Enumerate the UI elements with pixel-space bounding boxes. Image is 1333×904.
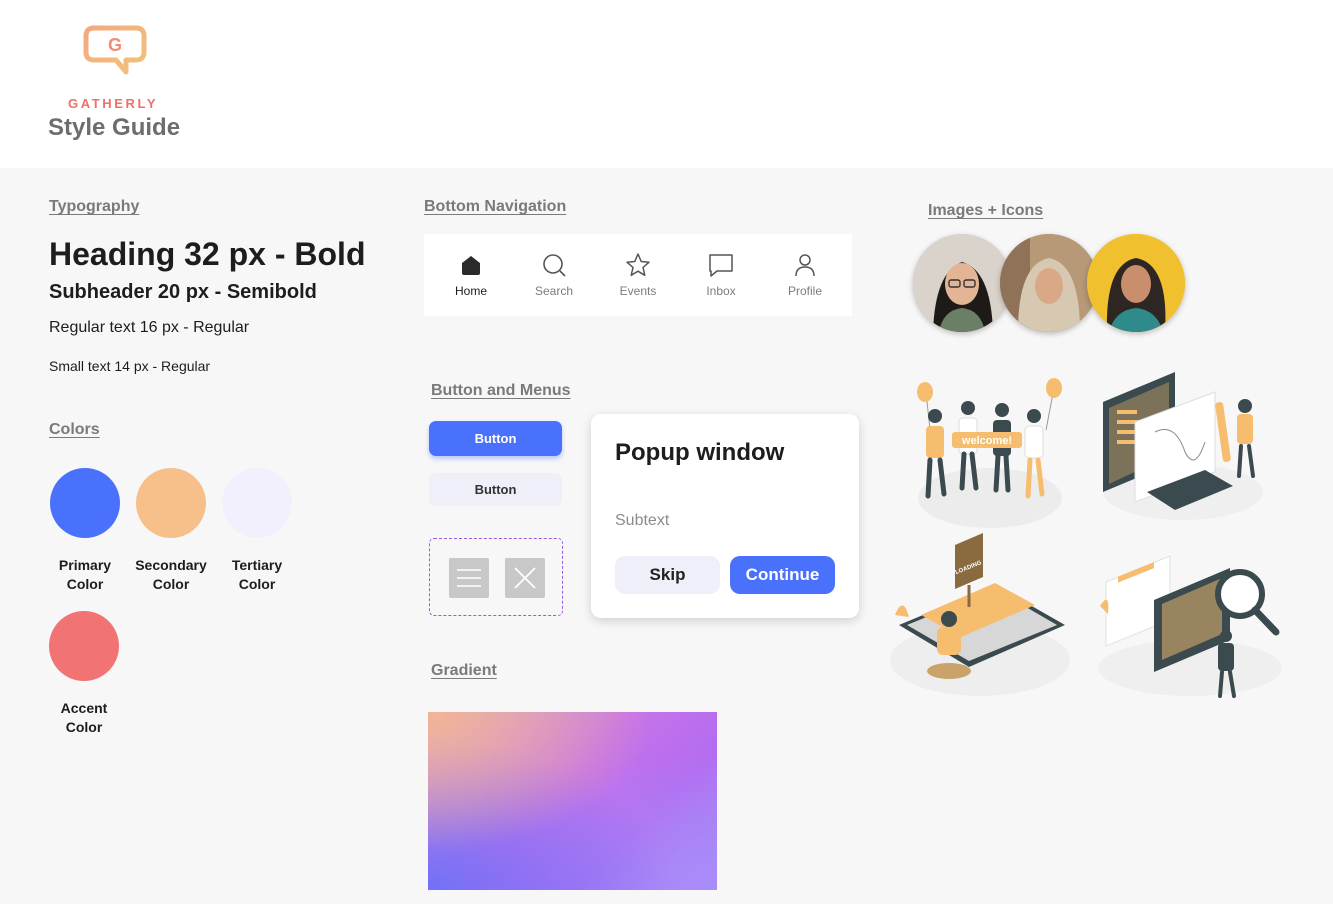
nav-label-events: Events — [619, 284, 657, 298]
loading-phone-illustration: LOADING — [890, 533, 1070, 696]
nav-item-profile[interactable]: Profile — [770, 252, 840, 298]
gradient-section-label: Gradient — [431, 662, 497, 679]
nav-label-search: Search — [534, 284, 574, 298]
images-section-label: Images + Icons — [928, 202, 1044, 219]
primary-color-swatch — [50, 468, 120, 538]
chat-icon — [709, 254, 733, 277]
page-title: Style Guide — [48, 114, 181, 141]
close-button[interactable] — [505, 558, 545, 598]
home-icon — [462, 256, 480, 275]
nav-item-events[interactable]: Events — [603, 252, 673, 298]
user-icon — [795, 254, 815, 277]
style-guide-header: G GATHERLY Style Guide — [0, 0, 1333, 168]
brand-name: GATHERLY — [68, 96, 159, 111]
subheader-sample: Subheader 20 px - Semibold — [49, 281, 317, 303]
nav-item-search[interactable]: Search — [519, 252, 589, 298]
close-icon — [514, 567, 536, 589]
popup-window: Popup window Subtext Skip Continue — [591, 414, 859, 618]
menu-button[interactable] — [449, 558, 489, 598]
icon-button-group — [429, 538, 563, 616]
bottom-navigation-bar: Home Search Events Inbox Profile — [424, 234, 852, 316]
nav-label-home: Home — [454, 284, 487, 298]
heading-sample: Heading 32 px - Bold — [49, 236, 366, 272]
popup-subtext: Subtext — [615, 512, 670, 529]
accent-color-swatch — [49, 611, 119, 681]
star-icon — [626, 253, 650, 277]
avatar-photo-1 — [913, 234, 1011, 332]
nav-label-profile: Profile — [787, 284, 822, 298]
avatar-photo-2 — [1000, 234, 1098, 332]
welcome-banner-text: welcome! — [961, 435, 1012, 447]
search-icon — [543, 254, 566, 277]
secondary-color-swatch — [136, 468, 206, 538]
continue-button[interactable]: Continue — [730, 556, 835, 594]
small-text-sample: Small text 14 px - Regular — [49, 358, 211, 374]
bottom-nav-section-label: Bottom Navigation — [424, 198, 567, 215]
avatar-photo-3 — [1087, 234, 1185, 332]
colors-section-label: Colors — [49, 421, 100, 438]
typography-section-label: Typography — [49, 198, 140, 215]
logo-letter: G — [108, 35, 122, 55]
regular-text-sample: Regular text 16 px - Regular — [49, 319, 250, 336]
buttons-section-label: Button and Menus — [431, 382, 571, 399]
tertiary-color-swatch — [222, 468, 292, 538]
search-analytics-illustration — [1098, 555, 1282, 698]
menu-icon — [457, 569, 481, 587]
secondary-color-label: Secondary Color — [135, 557, 207, 592]
popup-title: Popup window — [615, 439, 785, 466]
nav-item-home[interactable]: Home — [436, 252, 506, 298]
nav-item-inbox[interactable]: Inbox — [686, 252, 756, 298]
skip-button[interactable]: Skip — [615, 556, 720, 594]
nav-label-inbox: Inbox — [706, 284, 736, 298]
welcome-illustration: welcome! — [917, 378, 1062, 528]
tertiary-color-label: Tertiary Color — [231, 557, 283, 592]
secondary-button[interactable]: Button — [429, 473, 562, 506]
primary-color-label: Primary Color — [58, 557, 112, 592]
primary-button[interactable]: Button — [429, 421, 562, 456]
accent-color-label: Accent Color — [60, 700, 108, 735]
gatherly-logo: G — [83, 25, 147, 75]
gradient-sample — [428, 712, 717, 890]
design-workspace-illustration — [1103, 372, 1263, 520]
